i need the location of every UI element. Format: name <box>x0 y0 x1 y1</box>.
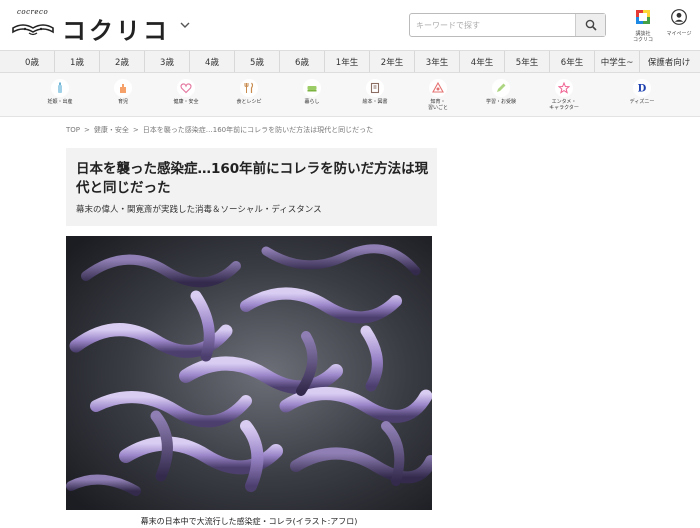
heart-icon <box>177 79 195 97</box>
logo-text[interactable]: コクリコ <box>62 11 170 46</box>
tab-age-3[interactable]: 3歳 <box>145 51 190 72</box>
category-label: ディズニー <box>629 99 655 105</box>
category-label: 健康・安全 <box>173 99 199 105</box>
baby-bottle-icon <box>51 79 69 97</box>
mypage-icon <box>671 9 687 25</box>
category-label: 育児 <box>117 99 128 105</box>
kodansha-label: 講談社 コクリコ <box>632 31 653 43</box>
logo-book-icon <box>12 24 54 36</box>
category-label: 食とレシピ <box>236 99 262 105</box>
svg-text:D: D <box>638 84 647 95</box>
category-health[interactable]: 健康・安全 <box>156 79 216 105</box>
tab-age-0[interactable]: 0歳 <box>10 51 55 72</box>
kodansha-icon <box>636 10 650 24</box>
hero-caption: 幕末の日本中で大流行した感染症・コレラ(イラスト:アフロ) <box>140 517 358 526</box>
tab-age-5[interactable]: 5歳 <box>235 51 280 72</box>
disney-icon: D <box>633 79 651 97</box>
category-label: 学習・お受験 <box>485 99 516 105</box>
book-icon <box>366 79 384 97</box>
category-childcare[interactable]: 育児 <box>93 79 153 105</box>
search-box <box>409 13 606 37</box>
logo-mark[interactable]: cocreco <box>9 8 57 40</box>
chevron-down-icon[interactable] <box>180 18 190 32</box>
hero-image <box>66 236 432 510</box>
category-living[interactable]: 暮らし <box>282 79 342 105</box>
category-education[interactable]: 知育・ 習いごと <box>408 79 468 111</box>
tab-grade-3[interactable]: 3年生 <box>415 51 460 72</box>
tab-age-6[interactable]: 6歳 <box>280 51 325 72</box>
site-header: cocreco コクリコ 講談社 コクリコ <box>0 0 700 50</box>
mypage-button[interactable]: マイページ <box>666 9 692 37</box>
tab-age-4[interactable]: 4歳 <box>190 51 235 72</box>
category-pregnancy[interactable]: 妊娠・出産 <box>30 79 90 105</box>
breadcrumb-separator: > <box>84 126 90 134</box>
category-picture-books[interactable]: 絵本・図書 <box>345 79 405 105</box>
tab-age-1[interactable]: 1歳 <box>55 51 100 72</box>
category-label: 絵本・図書 <box>362 99 388 105</box>
age-tabs: 0歳 1歳 2歳 3歳 4歳 5歳 6歳 1年生 2年生 3年生 4年生 5年生… <box>0 50 700 73</box>
search-input[interactable] <box>416 14 572 36</box>
category-nav: 妊娠・出産 育児 健康・安全 食とレシピ 暮らし 絵本・図書 知育・ 習いごと … <box>0 73 700 117</box>
tab-grade-5[interactable]: 5年生 <box>505 51 550 72</box>
category-label: 知育・ 習いごと <box>427 99 448 111</box>
breadcrumb: TOP > 健康・安全 > 日本を襲った感染症…160年前にコレラを防いだ方法は現代と同… <box>66 125 373 135</box>
tab-grade-1[interactable]: 1年生 <box>325 51 370 72</box>
category-disney[interactable]: D ディズニー <box>612 79 672 105</box>
article-subtitle: 幕末の偉人・関寛斎が実践した消毒＆ソーシャル・ディスタンス <box>76 205 322 215</box>
category-entertainment[interactable]: エンタメ・ キャラクター <box>534 79 594 111</box>
category-label: 妊娠・出産 <box>47 99 73 105</box>
tab-grade-2[interactable]: 2年生 <box>370 51 415 72</box>
tab-grade-6[interactable]: 6年生 <box>550 51 595 72</box>
category-label: 暮らし <box>304 99 320 105</box>
tab-grade-4[interactable]: 4年生 <box>460 51 505 72</box>
tab-parents[interactable]: 保護者向け <box>640 51 698 72</box>
breadcrumb-separator: > <box>132 126 139 134</box>
mypage-label: マイページ <box>666 31 692 37</box>
bacteria-illustration <box>66 236 432 510</box>
tab-junior-high[interactable]: 中学生~ <box>595 51 640 72</box>
search-button[interactable] <box>575 14 605 36</box>
breadcrumb-current: 日本を襲った感染症…160年前にコレラを防いだ方法は現代と同じだった <box>142 126 374 134</box>
kodansha-button[interactable]: 講談社 コクリコ <box>630 9 656 43</box>
pencil-icon <box>492 79 510 97</box>
tab-age-2[interactable]: 2歳 <box>100 51 145 72</box>
cutlery-icon <box>240 79 258 97</box>
blocks-icon <box>429 79 447 97</box>
category-learning[interactable]: 学習・お受験 <box>471 79 531 105</box>
breadcrumb-health[interactable]: 健康・安全 <box>94 126 129 134</box>
search-icon <box>585 19 597 31</box>
star-icon <box>555 79 573 97</box>
sofa-icon <box>303 79 321 97</box>
category-food[interactable]: 食とレシピ <box>219 79 279 105</box>
hand-icon <box>114 79 132 97</box>
article-title: 日本を襲った感染症…160年前にコレラを防いだ方法は現代と同じだった <box>76 161 429 196</box>
article-header: 日本を襲った感染症…160年前にコレラを防いだ方法は現代と同じだった 幕末の偉人… <box>66 148 437 226</box>
breadcrumb-top[interactable]: TOP <box>66 126 80 134</box>
category-label: エンタメ・ キャラクター <box>549 99 579 111</box>
